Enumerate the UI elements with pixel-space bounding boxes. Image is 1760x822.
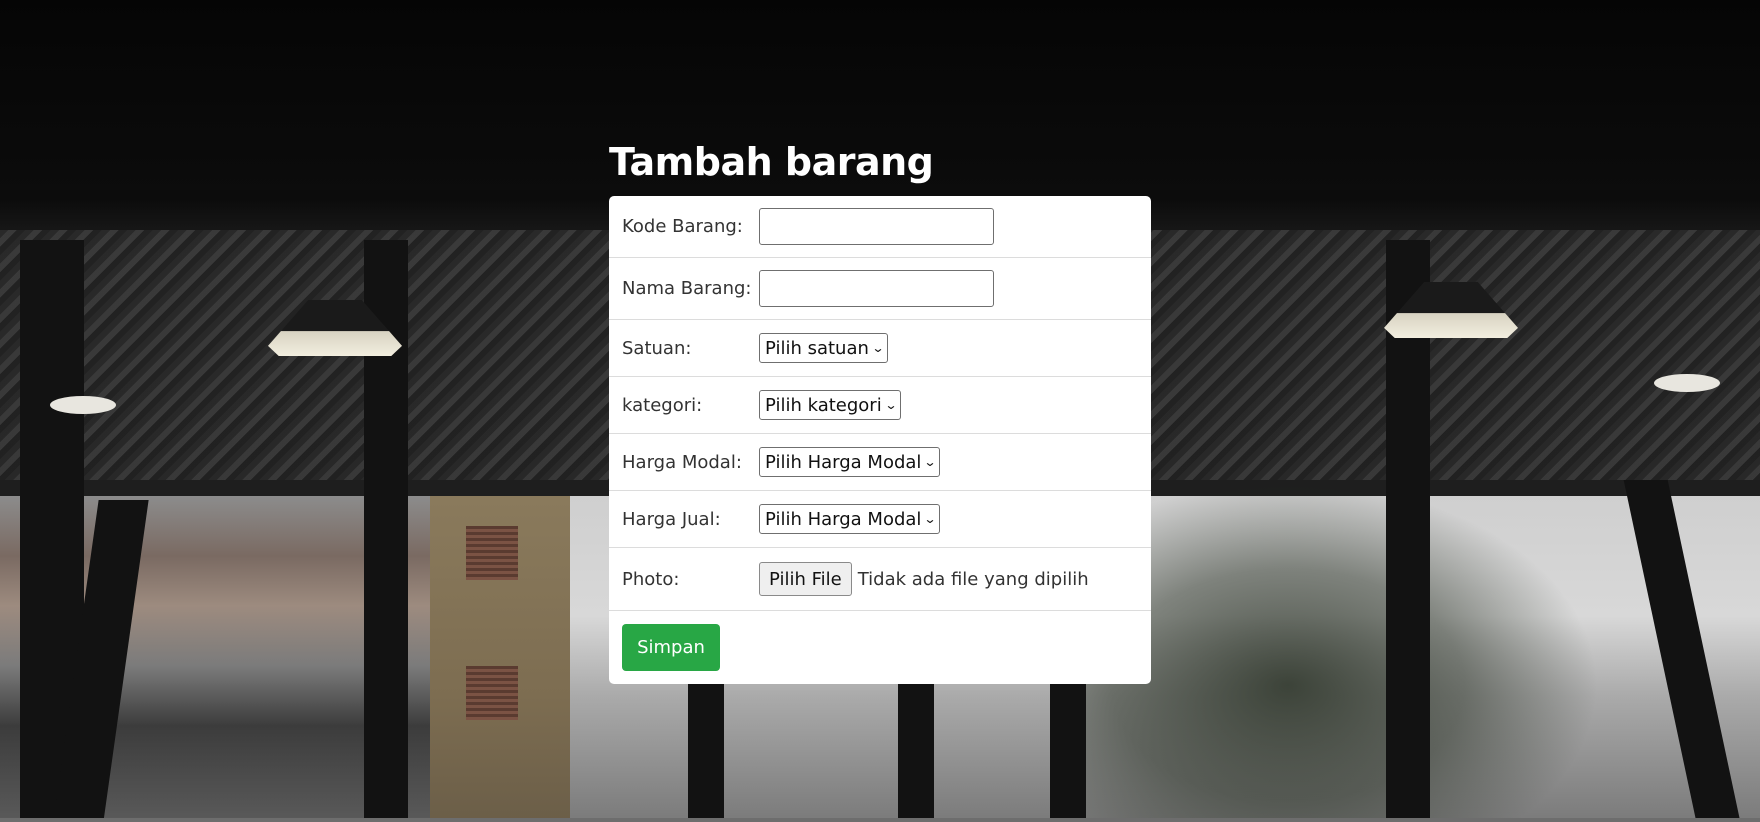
- nama-barang-row: Nama Barang:: [609, 258, 1151, 320]
- harga-modal-label: Harga Modal:: [622, 451, 742, 473]
- harga-jual-select-value: Pilih Harga Modal: [765, 508, 922, 530]
- nama-barang-input[interactable]: [759, 270, 994, 307]
- photo-row: Photo: Pilih File Tidak ada file yang di…: [609, 548, 1151, 611]
- harga-modal-select[interactable]: Pilih Harga Modal ⌄: [759, 447, 941, 477]
- add-item-form: Kode Barang: Nama Barang: Satuan: Pilih …: [609, 196, 1151, 684]
- file-status-text: Tidak ada file yang dipilih: [857, 568, 1089, 590]
- photo-label: Photo:: [622, 568, 680, 590]
- chevron-down-icon: ⌄: [884, 398, 898, 412]
- harga-modal-row: Harga Modal: Pilih Harga Modal ⌄: [609, 434, 1151, 491]
- harga-modal-select-value: Pilih Harga Modal: [765, 451, 922, 473]
- kategori-select-value: Pilih kategori: [765, 394, 882, 416]
- satuan-select-value: Pilih satuan: [765, 337, 869, 359]
- chevron-down-icon: ⌄: [871, 341, 885, 355]
- harga-jual-row: Harga Jual: Pilih Harga Modal ⌄: [609, 491, 1151, 548]
- satuan-row: Satuan: Pilih satuan ⌄: [609, 320, 1151, 377]
- satuan-select[interactable]: Pilih satuan ⌄: [759, 333, 888, 363]
- chevron-down-icon: ⌄: [923, 512, 937, 526]
- chevron-down-icon: ⌄: [923, 455, 937, 469]
- kategori-row: kategori: Pilih kategori ⌄: [609, 377, 1151, 434]
- kode-barang-input[interactable]: [759, 208, 994, 245]
- satuan-label: Satuan:: [622, 337, 692, 359]
- harga-jual-label: Harga Jual:: [622, 508, 721, 530]
- save-button[interactable]: Simpan: [622, 624, 720, 671]
- kategori-select[interactable]: Pilih kategori ⌄: [759, 390, 901, 420]
- harga-jual-select[interactable]: Pilih Harga Modal ⌄: [759, 504, 941, 534]
- page-title: Tambah barang: [609, 140, 934, 184]
- kode-barang-row: Kode Barang:: [609, 196, 1151, 258]
- nama-barang-label: Nama Barang:: [622, 278, 752, 299]
- choose-file-button[interactable]: Pilih File: [759, 562, 852, 596]
- kode-barang-label: Kode Barang:: [622, 216, 743, 237]
- kategori-label: kategori:: [622, 394, 703, 416]
